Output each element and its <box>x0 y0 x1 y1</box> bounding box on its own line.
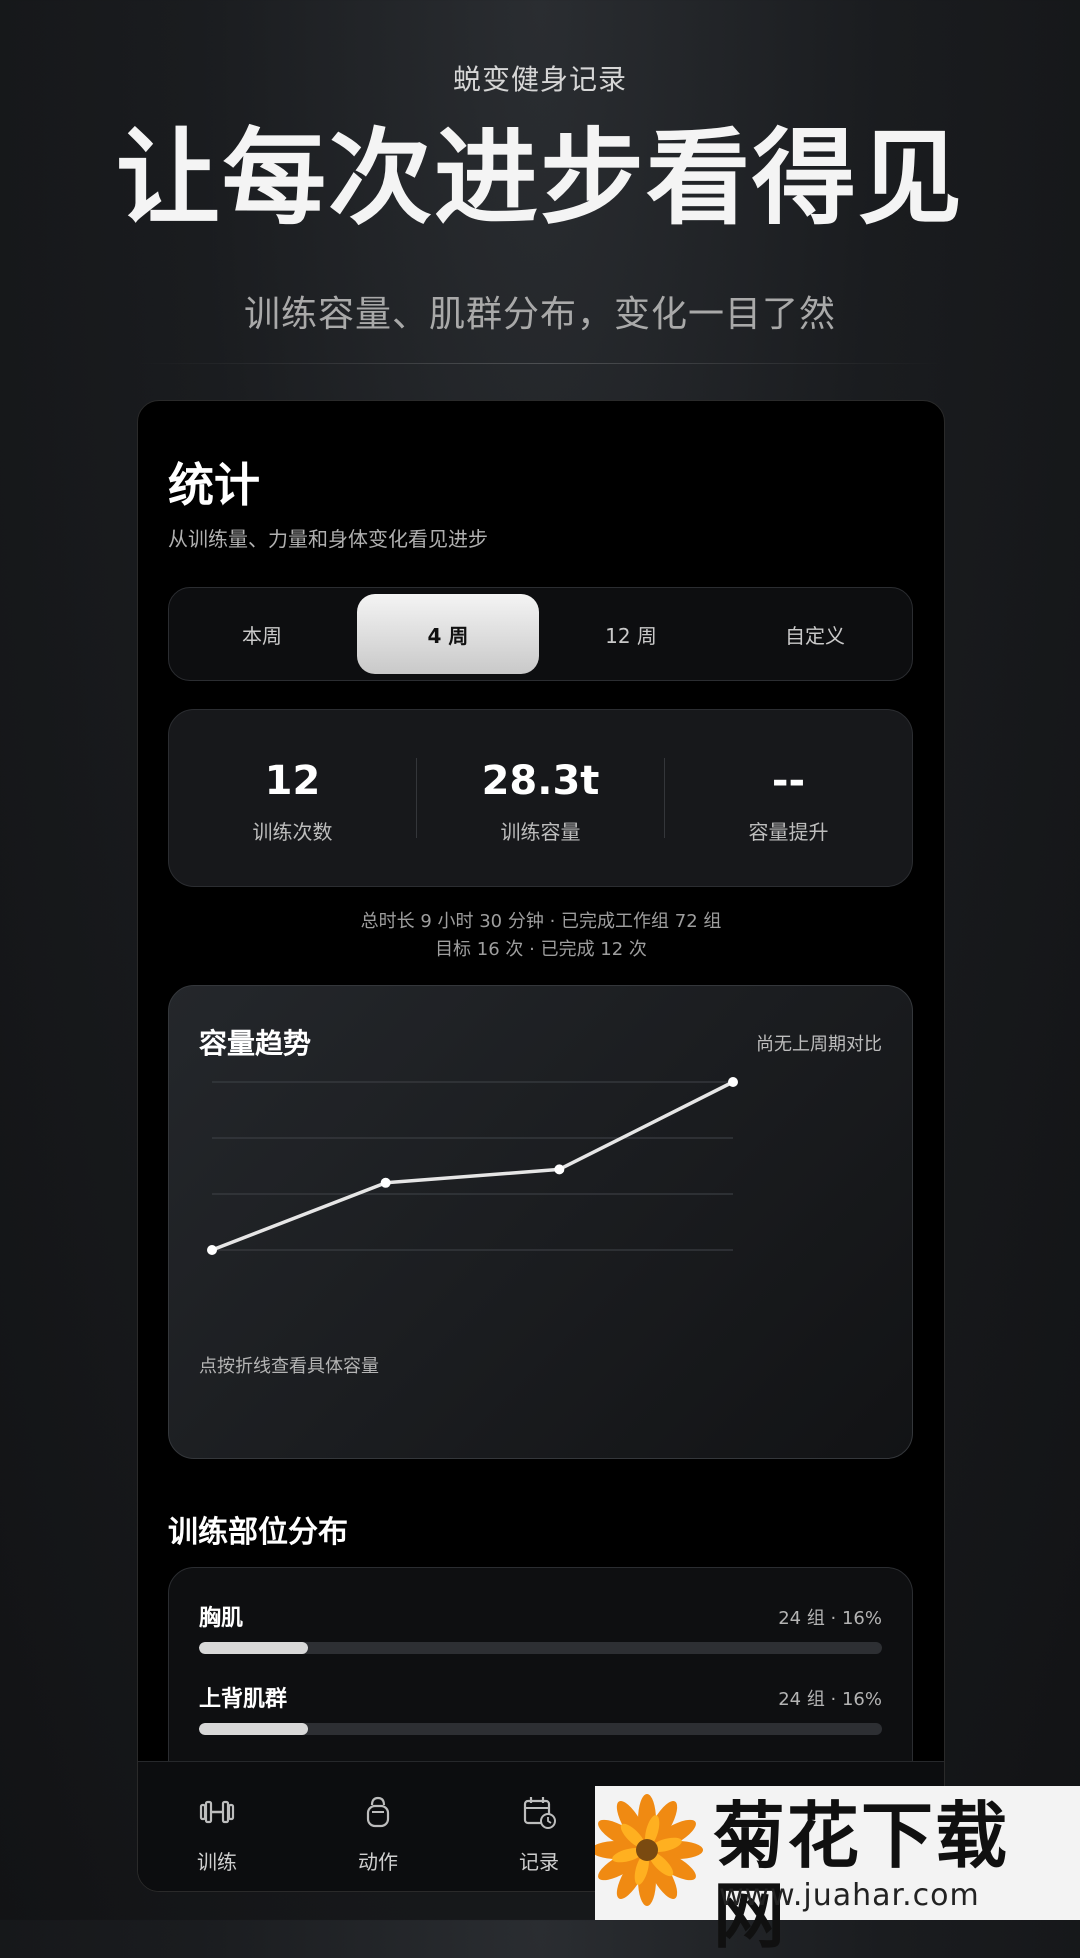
metric-sessions-label: 训练次数 <box>252 820 333 844</box>
calendar-clock-icon <box>523 1797 556 1829</box>
distribution-bar-track <box>199 1723 882 1735</box>
chart-data-point[interactable] <box>554 1164 565 1175</box>
page-title: 统计 <box>168 458 260 512</box>
tab-exercises-label: 动作 <box>358 1850 398 1874</box>
period-tab-this-week[interactable]: 本周 <box>171 594 353 674</box>
chart-series-line[interactable] <box>211 1080 734 1252</box>
kettlebell-icon <box>366 1796 390 1828</box>
watermark-text: 菊花下载网 <box>713 1794 1010 1958</box>
distribution-meta: 24 组 · 16% <box>778 1608 882 1629</box>
metric-increase-value: -- <box>771 758 806 804</box>
summary-line-1: 总时长 9 小时 30 分钟 · 已完成工作组 72 组 <box>360 911 722 932</box>
tab-records-label: 记录 <box>519 1850 559 1874</box>
metric-volume-label: 训练容量 <box>500 820 581 844</box>
trend-hint: 点按折线查看具体容量 <box>199 1356 379 1377</box>
watermark-url: www.juahar.com <box>719 1878 980 1913</box>
distribution-bar-fill <box>199 1642 309 1654</box>
page-subtitle: 从训练量、力量和身体变化看见进步 <box>168 527 488 551</box>
distribution-card: 胸肌 24 组 · 16% 上背肌群 24 组 · 16% <box>168 1567 913 1789</box>
watermark: 菊花下载网 www.juahar.com <box>595 1786 1080 1956</box>
tab-exercises[interactable]: 动作 <box>318 1792 438 1875</box>
metric-sessions-value: 12 <box>264 758 321 804</box>
distribution-meta: 24 组 · 16% <box>778 1689 882 1710</box>
hero-brand: 蜕变健身记录 <box>452 63 627 96</box>
chart-data-point[interactable] <box>380 1177 391 1188</box>
distribution-bar-track <box>199 1642 882 1654</box>
period-tab-12-weeks[interactable]: 12 周 <box>540 594 722 674</box>
phone-screen: 统计 从训练量、力量和身体变化看见进步 本周 4 周 12 周 自定义 12 训… <box>137 400 945 1892</box>
metrics-card: 12 训练次数 28.3t 训练容量 -- 容量提升 <box>168 709 913 887</box>
chart-data-point[interactable] <box>728 1077 738 1087</box>
period-segmented-control: 本周 4 周 12 周 自定义 <box>168 587 913 681</box>
hero-headline: 让每次进步看得见 <box>115 117 964 239</box>
volume-trend-card: 容量趋势 尚无上周期对比 点按折线查看具体容量 <box>168 985 913 1459</box>
period-tab-custom[interactable]: 自定义 <box>724 594 906 674</box>
dumbbell-icon <box>199 1800 235 1824</box>
distribution-title: 训练部位分布 <box>168 1515 348 1550</box>
chrysanthemum-logo-icon <box>595 1794 703 1906</box>
summary-line-2: 目标 16 次 · 已完成 12 次 <box>435 939 647 960</box>
hero-divider <box>135 363 945 364</box>
distribution-bar-fill <box>199 1723 309 1735</box>
period-tab-4-weeks[interactable]: 4 周 <box>357 594 539 674</box>
tab-training-label: 训练 <box>197 1850 237 1874</box>
metric-volume: 28.3t 训练容量 <box>417 710 664 886</box>
metric-increase: -- 容量提升 <box>665 710 912 886</box>
metric-increase-label: 容量提升 <box>748 820 829 844</box>
hero-tagline: 训练容量、肌群分布，变化一目了然 <box>243 294 836 335</box>
distribution-name: 胸肌 <box>199 1606 244 1631</box>
tab-training[interactable]: 训练 <box>157 1792 277 1875</box>
chart-data-point[interactable] <box>207 1245 217 1255</box>
distribution-name: 上背肌群 <box>199 1687 288 1712</box>
metric-volume-value: 28.3t <box>481 758 600 804</box>
volume-trend-chart[interactable] <box>169 986 912 1458</box>
tab-records[interactable]: 记录 <box>479 1792 599 1875</box>
metric-sessions: 12 训练次数 <box>169 710 416 886</box>
